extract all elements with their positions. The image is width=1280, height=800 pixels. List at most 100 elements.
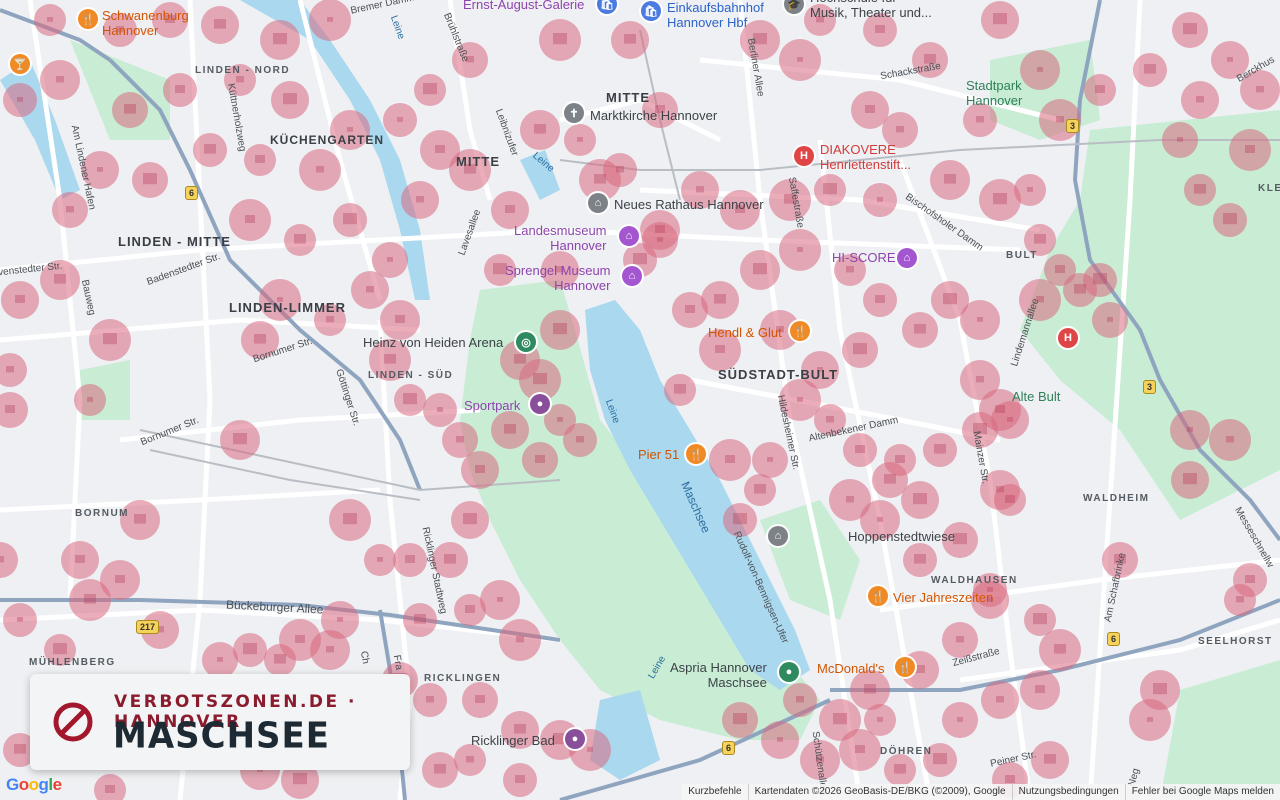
zone-building xyxy=(914,324,926,334)
hospital-pin-bult[interactable]: H xyxy=(1058,328,1078,348)
zone-building xyxy=(103,333,117,345)
museum-pin-sprengel[interactable]: ⌂ xyxy=(622,266,642,286)
zone-building xyxy=(337,617,343,622)
map-data-attribution: Kartendaten ©2026 GeoBasis-DE/BKG (©2009… xyxy=(747,784,1012,800)
restaurant-pin-vier-jahreszeiten[interactable]: 🍴 xyxy=(868,586,888,606)
road-badge-6-b: 6 xyxy=(1107,632,1121,646)
zone-building xyxy=(875,295,885,303)
district-label-bornum: BORNUM xyxy=(75,508,129,519)
zone-building xyxy=(504,424,516,434)
zone-building xyxy=(993,193,1007,205)
museum-pin-hiscore[interactable]: ⌂ xyxy=(897,248,917,268)
zone-building xyxy=(914,554,926,564)
restaurant-pin-schwanenburg[interactable]: 🍴 xyxy=(78,9,98,29)
attribution-bar: Kurzbefehle Kartendaten ©2026 GeoBasis-D… xyxy=(682,784,1280,800)
zone-building xyxy=(384,354,396,364)
zone-building xyxy=(1183,23,1197,35)
poi-pin-sportpark[interactable]: ● xyxy=(530,394,550,414)
poi-label-neues-rathaus[interactable]: Neues Rathaus Hannover xyxy=(614,197,764,212)
zone-building xyxy=(616,166,624,173)
zone-building xyxy=(1147,717,1153,722)
zone-building xyxy=(714,294,726,304)
district-label-mitte: MITTE xyxy=(456,154,500,169)
zone-building xyxy=(1044,754,1056,764)
keyboard-shortcuts-link[interactable]: Kurzbefehle xyxy=(682,784,747,800)
poi-label-stadtpark[interactable]: Stadtpark Hannover xyxy=(966,78,1022,108)
poi-label-sportpark[interactable]: Sportpark xyxy=(464,398,520,413)
poi-label-heinz[interactable]: Heinz von Heiden Arena xyxy=(363,335,503,350)
terms-link[interactable]: Nutzungsbedingungen xyxy=(1011,784,1125,800)
zone-building xyxy=(204,144,216,154)
bar-pin-left[interactable]: 🍸 xyxy=(10,54,30,74)
zone-building xyxy=(233,433,247,445)
zone-building xyxy=(576,436,584,443)
poi-label-hochschule[interactable]: Hochschule für Musik, Theater und... xyxy=(810,0,932,20)
zone-building xyxy=(685,305,695,313)
district-label-klei: KLEI xyxy=(1258,183,1280,194)
zone-building xyxy=(976,376,984,383)
zone-building xyxy=(633,253,647,265)
poi-label-landesmuseum[interactable]: Landesmuseum Hannover xyxy=(514,223,607,253)
zone-building xyxy=(175,85,185,93)
poi-label-sprengel[interactable]: Sprengel Museum Hannover xyxy=(505,263,611,293)
zone-building xyxy=(255,155,265,163)
landmark-pin-neues-rathaus[interactable]: ⌂ xyxy=(588,193,608,213)
poi-label-diakovere[interactable]: DIAKOVERE Henriettenstift... xyxy=(820,142,911,172)
poi-label-alte-bult[interactable]: Alte Bult xyxy=(1012,389,1060,404)
shopping-pin-einkaufsbahnhof[interactable]: 🛍 xyxy=(641,1,661,21)
zone-building xyxy=(1005,495,1015,503)
zone-building xyxy=(875,25,885,33)
zone-building xyxy=(1187,427,1193,432)
hospital-pin-diakovere[interactable]: H xyxy=(794,146,814,166)
zone-building xyxy=(895,455,905,463)
zone-building xyxy=(913,493,927,505)
zone-building xyxy=(1194,184,1206,194)
zone-building xyxy=(657,237,663,242)
poi-label-vier-jahreszeiten[interactable]: Vier Jahreszeiten xyxy=(893,590,993,605)
zone-building xyxy=(124,104,136,114)
poi-label-hiscore[interactable]: HI-SCORE xyxy=(832,250,896,265)
report-error-link[interactable]: Fehler bei Google Maps melden xyxy=(1124,784,1280,800)
poi-label-hoppenstedtwiese[interactable]: Hoppenstedtwiese xyxy=(848,529,955,544)
museum-pin-landesmuseum[interactable]: ⌂ xyxy=(619,226,639,246)
district-label-linden-mitte: LINDEN - MITTE xyxy=(118,234,231,249)
poi-label-ricklinger-bad[interactable]: Ricklinger Bad xyxy=(471,733,555,748)
poi-label-schwanenburg[interactable]: Schwanenburg Hannover xyxy=(102,8,189,38)
poi-label-einkaufsbahnhof[interactable]: Einkaufsbahnhof Hannover Hbf xyxy=(667,0,764,30)
zone-building xyxy=(767,457,773,462)
zone-building xyxy=(624,34,636,44)
zone-building xyxy=(534,124,546,134)
poi-label-marktkirche[interactable]: Marktkirche Hannover xyxy=(590,108,717,123)
zone-building xyxy=(1054,644,1066,654)
zone-building xyxy=(316,166,324,173)
zone-building xyxy=(826,416,834,423)
zone-building xyxy=(217,657,223,662)
zone-building xyxy=(1144,64,1156,74)
landmark-pin-maschsee[interactable]: ⌂ xyxy=(768,526,788,546)
poi-label-hendl[interactable]: Hendl & Glut xyxy=(708,325,782,340)
pool-pin-ricklinger-bad[interactable]: ● xyxy=(565,729,585,749)
district-label-linden-limmer: LINDEN-LIMMER xyxy=(229,300,346,315)
zone-building xyxy=(956,636,964,643)
restaurant-pin-pier51[interactable]: 🍴 xyxy=(686,444,706,464)
district-label-suedstadt-bult: SÜDSTADT-BULT xyxy=(718,367,839,382)
district-label-waldheim: WALDHEIM xyxy=(1083,493,1150,504)
poi-label-ernst-august[interactable]: Ernst-August-Galerie xyxy=(463,0,584,12)
restaurant-pin-hendl[interactable]: 🍴 xyxy=(790,321,810,341)
district-label-doehren: DÖHREN xyxy=(880,746,933,757)
church-pin-marktkirche[interactable]: ✝ xyxy=(564,103,584,123)
zone-building xyxy=(326,316,334,323)
poi-label-aspria[interactable]: Aspria Hannover Maschsee xyxy=(670,660,767,690)
poi-label-mcdonalds[interactable]: McDonald's xyxy=(817,661,885,676)
zone-building xyxy=(533,373,547,385)
zone-building xyxy=(214,19,226,29)
zone-building xyxy=(66,206,74,213)
zone-building xyxy=(855,745,865,753)
poi-label-pier51[interactable]: Pier 51 xyxy=(638,447,679,462)
restaurant-pin-mcdonalds[interactable]: 🍴 xyxy=(895,657,915,677)
stadium-pin-heinz[interactable]: ◎ xyxy=(516,332,536,352)
google-logo: Google xyxy=(6,775,62,794)
zone-building xyxy=(1245,145,1255,153)
zone-building xyxy=(696,186,704,193)
fitness-pin-aspria[interactable]: ● xyxy=(779,662,799,682)
